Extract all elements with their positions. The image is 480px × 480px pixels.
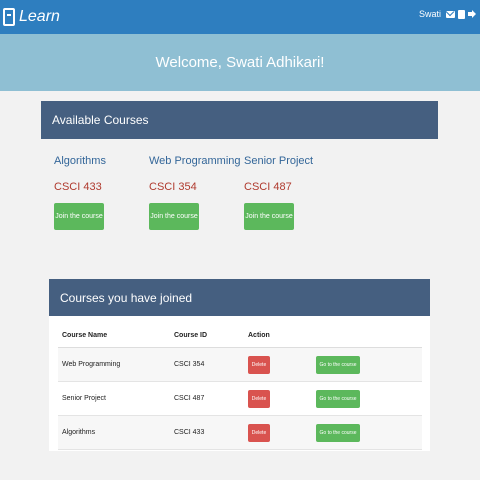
mail-icon[interactable]: [446, 10, 455, 18]
joined-courses-heading: Courses you have joined: [49, 279, 430, 316]
course-card: Web Programming CSCI 354 Join the course: [149, 155, 241, 230]
welcome-banner: Welcome, Swati Adhikari!: [0, 34, 480, 91]
course-id-cell: CSCI 487: [174, 395, 205, 402]
course-card: Algorithms CSCI 433 Join the course: [54, 155, 106, 230]
username-link[interactable]: Swati: [419, 9, 441, 19]
navbar-user-menu: Swati: [419, 9, 476, 19]
logout-icon[interactable]: [468, 10, 476, 18]
course-name-cell: Algorithms: [62, 429, 96, 436]
delete-button[interactable]: Delete: [248, 356, 270, 374]
table-row: Algorithms CSCI 433 Delete Go to the cou…: [58, 416, 422, 450]
course-id-cell: CSCI 433: [174, 429, 205, 436]
course-name-cell: Web Programming: [62, 361, 121, 368]
table-header: Course Name Course ID Action: [58, 325, 422, 348]
join-course-button[interactable]: Join the course: [244, 203, 294, 230]
table-row: Senior Project CSCI 487 Delete Go to the…: [58, 382, 422, 416]
course-code: CSCI 433: [54, 181, 102, 193]
welcome-title: Welcome, Swati Adhikari!: [155, 54, 325, 71]
available-courses-panel: Available Courses Algorithms CSCI 433 Jo…: [41, 101, 438, 249]
available-courses-heading: Available Courses: [41, 101, 438, 139]
go-to-course-button[interactable]: Go to the course: [316, 390, 360, 408]
course-code: CSCI 487: [244, 181, 292, 193]
course-name: Web Programming: [149, 155, 241, 167]
book-icon: [3, 8, 15, 26]
course-name-cell: Senior Project: [62, 395, 106, 402]
delete-button[interactable]: Delete: [248, 390, 270, 408]
column-header-course-id: Course ID: [174, 332, 208, 339]
course-code: CSCI 354: [149, 181, 197, 193]
book-small-icon[interactable]: [458, 9, 465, 19]
join-course-button[interactable]: Join the course: [149, 203, 199, 230]
course-name: Senior Project: [244, 155, 314, 167]
go-to-course-button[interactable]: Go to the course: [316, 424, 360, 442]
joined-courses-panel: Courses you have joined Course Name Cour…: [49, 279, 430, 451]
column-header-action: Action: [248, 332, 270, 339]
brand-label: Learn: [19, 8, 60, 25]
table-row: Web Programming CSCI 354 Delete Go to th…: [58, 348, 422, 382]
course-name: Algorithms: [54, 155, 106, 167]
course-card: Senior Project CSCI 487 Join the course: [244, 155, 313, 230]
go-to-course-button[interactable]: Go to the course: [316, 356, 360, 374]
course-id-cell: CSCI 354: [174, 361, 205, 368]
joined-courses-table: Course Name Course ID Action Web Program…: [58, 325, 422, 450]
delete-button[interactable]: Delete: [248, 424, 270, 442]
brand-link[interactable]: Learn: [3, 6, 60, 28]
join-course-button[interactable]: Join the course: [54, 203, 104, 230]
top-navbar: Learn Swati: [0, 0, 480, 34]
column-header-course-name: Course Name: [62, 332, 108, 339]
